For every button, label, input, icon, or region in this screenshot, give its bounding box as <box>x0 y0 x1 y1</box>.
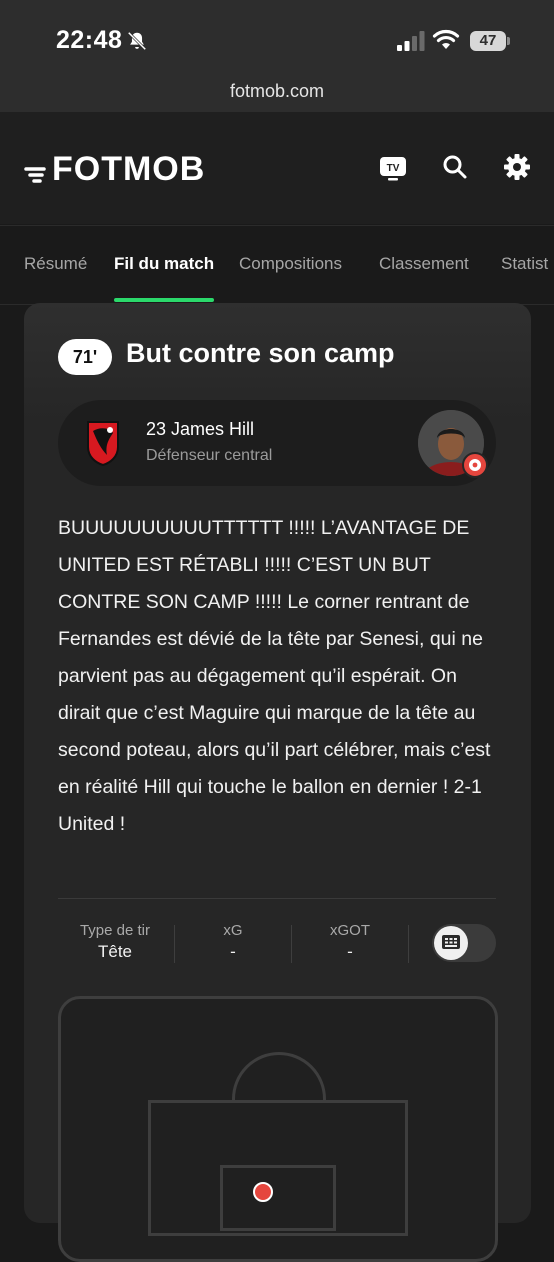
active-tab-indicator <box>114 298 214 302</box>
player-name[interactable]: 23 James Hill <box>146 419 254 440</box>
tab-classement[interactable]: Classement <box>379 254 469 274</box>
tab-fil-du-match[interactable]: Fil du match <box>114 254 214 274</box>
match-tabs: Résumé Fil du match Compositions Classem… <box>0 225 554 305</box>
stat-separator <box>291 925 292 963</box>
tv-icon[interactable]: TV <box>378 153 408 183</box>
gear-icon[interactable] <box>503 153 531 181</box>
signal-icon <box>397 31 425 51</box>
stat-shot-type: Type de tir Tête <box>58 922 172 962</box>
stat-label: xG <box>223 922 243 939</box>
tab-resume[interactable]: Résumé <box>24 254 87 274</box>
stat-separator <box>174 925 175 963</box>
stat-label: xGOT <box>330 922 370 939</box>
battery-tip <box>507 37 510 45</box>
pitch-view-icon <box>442 935 460 949</box>
app-logo[interactable]: FOTMOB <box>52 150 205 189</box>
commentary-text: BUUUUUUUUUUTTTTTT !!!!! L’AVANTAGE DE UN… <box>58 517 491 835</box>
browser-url[interactable]: fotmob.com <box>0 81 554 102</box>
player-role: Défenseur central <box>146 447 273 464</box>
battery-indicator: 47 <box>470 31 506 51</box>
shot-marker[interactable] <box>253 1182 273 1202</box>
bell-muted-icon <box>127 31 147 51</box>
goal-area <box>220 1165 336 1231</box>
wifi-icon <box>432 29 460 49</box>
tv-icon-label: TV <box>387 163 400 174</box>
stat-value: - <box>347 942 353 961</box>
goal-ball-icon <box>462 452 488 478</box>
stat-value: - <box>230 942 236 961</box>
tab-statistiques[interactable]: Statist <box>501 254 548 274</box>
tab-compositions[interactable]: Compositions <box>239 254 342 274</box>
search-icon[interactable] <box>442 154 468 180</box>
minute-badge: 71' <box>58 339 112 375</box>
stat-xg: xG - <box>176 922 290 962</box>
team-crest-icon <box>87 421 119 467</box>
stat-xgot: xGOT - <box>293 922 407 962</box>
stat-label: Type de tir <box>79 922 151 939</box>
stat-value: Tête <box>97 942 133 961</box>
status-time: 22:48 <box>56 26 123 54</box>
stat-separator <box>408 925 409 963</box>
stats-divider <box>58 898 496 899</box>
fotmob-logo-icon <box>24 167 46 183</box>
event-title: But contre son camp <box>126 338 395 368</box>
